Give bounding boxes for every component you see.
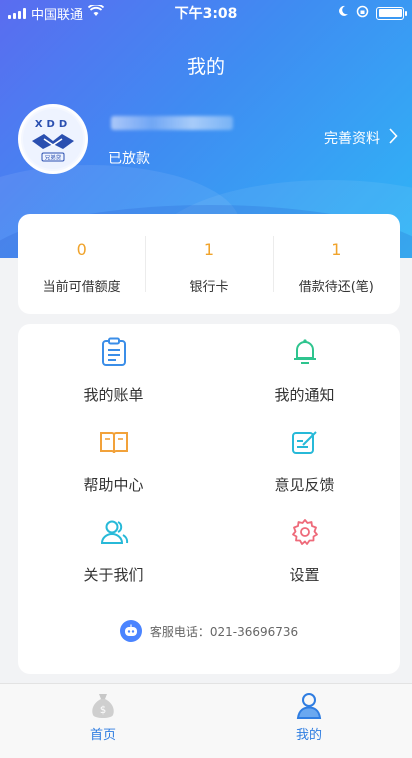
page-title: 我的 bbox=[186, 56, 225, 78]
svg-text:XDD: XDD bbox=[35, 119, 71, 130]
stat-credit-limit[interactable]: 0 当前可借额度 bbox=[18, 214, 145, 314]
menu-label: 帮助中心 bbox=[83, 476, 144, 494]
service-robot-icon bbox=[119, 620, 142, 642]
money-bag-icon: $ bbox=[88, 692, 118, 720]
tab-label: 我的 bbox=[295, 728, 322, 743]
menu-item-about-us[interactable]: 关于我们 bbox=[18, 512, 209, 602]
avatar[interactable]: XDD 兄弟贷 bbox=[18, 104, 88, 174]
stat-bank-card[interactable]: 1 银行卡 bbox=[145, 214, 272, 314]
bottom-tab-bar: $ 首页 我的 bbox=[0, 683, 412, 758]
tab-home[interactable]: $ 首页 bbox=[0, 684, 206, 758]
gear-icon bbox=[290, 516, 320, 548]
menu-label: 设置 bbox=[289, 566, 320, 584]
stat-pending-repayment[interactable]: 1 借款待还(笔) bbox=[272, 214, 400, 314]
rotation-lock-icon bbox=[356, 5, 369, 22]
menu-label: 我的账单 bbox=[83, 386, 144, 404]
bill-icon bbox=[99, 336, 129, 368]
status-bar: 中国联通 下午3:08 bbox=[0, 0, 412, 26]
feedback-icon bbox=[290, 426, 320, 458]
stat-value: 1 bbox=[331, 240, 342, 259]
menu-item-feedback[interactable]: 意见反馈 bbox=[209, 422, 400, 512]
menu-item-my-bill[interactable]: 我的账单 bbox=[18, 332, 209, 422]
battery-icon bbox=[376, 6, 407, 20]
xdd-logo-icon: XDD 兄弟贷 bbox=[23, 109, 83, 169]
tab-label: 首页 bbox=[89, 728, 116, 743]
svg-text:$: $ bbox=[100, 705, 106, 716]
moon-icon bbox=[337, 5, 349, 21]
stat-label: 借款待还(笔) bbox=[298, 280, 374, 295]
menu-card: 我的账单 我的通知 帮助中心 意见反馈 关于我们 设置 客服电话：021-366… bbox=[18, 324, 400, 674]
complete-profile-link[interactable]: 完善资料 bbox=[324, 128, 398, 148]
menu-label: 意见反馈 bbox=[274, 476, 335, 494]
complete-profile-label: 完善资料 bbox=[324, 131, 380, 147]
menu-label: 我的通知 bbox=[274, 386, 335, 404]
avatar-caption: 兄弟贷 bbox=[45, 154, 62, 162]
loan-status: 已放款 bbox=[108, 151, 150, 167]
users-icon bbox=[99, 516, 129, 548]
chevron-right-icon bbox=[388, 128, 398, 148]
bell-icon bbox=[290, 336, 320, 368]
person-icon bbox=[294, 692, 324, 720]
menu-label: 关于我们 bbox=[83, 566, 144, 584]
customer-service-hotline[interactable]: 客服电话：021-36696736 bbox=[18, 620, 400, 642]
menu-item-help-center[interactable]: 帮助中心 bbox=[18, 422, 209, 512]
stat-label: 当前可借额度 bbox=[42, 280, 121, 295]
stat-value: 0 bbox=[76, 240, 87, 259]
username-masked bbox=[111, 116, 233, 130]
menu-item-my-notifications[interactable]: 我的通知 bbox=[209, 332, 400, 422]
hotline-text: 客服电话：021-36696736 bbox=[149, 624, 299, 639]
stats-card: 0 当前可借额度 1 银行卡 1 借款待还(笔) bbox=[18, 214, 400, 314]
menu-item-settings[interactable]: 设置 bbox=[209, 512, 400, 602]
book-icon bbox=[99, 426, 129, 458]
tab-mine[interactable]: 我的 bbox=[206, 684, 412, 758]
stat-value: 1 bbox=[203, 240, 215, 259]
stat-label: 银行卡 bbox=[189, 280, 229, 295]
